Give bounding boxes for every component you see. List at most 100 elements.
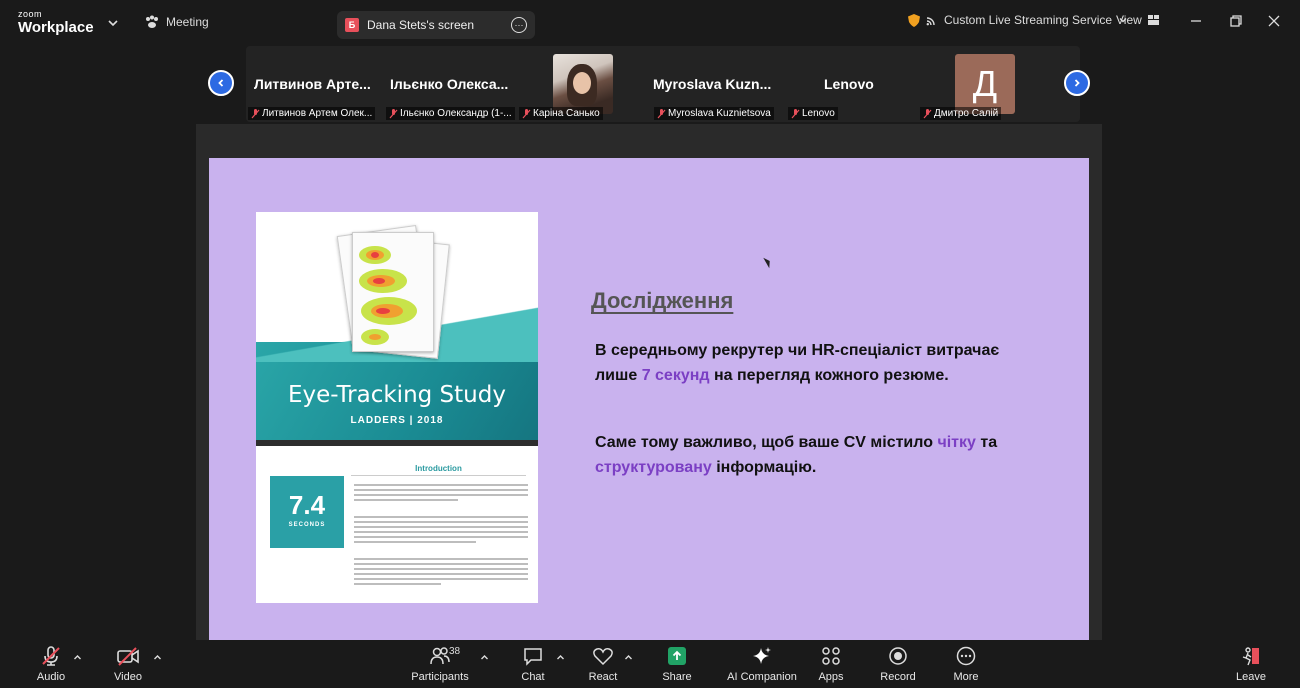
mic-off-icon bbox=[657, 108, 666, 118]
leave-button[interactable]: Leave bbox=[1216, 644, 1286, 688]
accent-text: чітку bbox=[937, 434, 976, 451]
chevron-down-icon[interactable] bbox=[106, 16, 120, 30]
view-label: View bbox=[1116, 13, 1142, 27]
meeting-label: Meeting bbox=[166, 15, 209, 29]
sparkle-icon bbox=[753, 647, 771, 664]
participant-name: Литвинов Арте... bbox=[254, 76, 371, 92]
mic-muted-icon bbox=[42, 646, 60, 666]
chat-button[interactable]: Chat bbox=[498, 644, 568, 688]
participant-name: Ільєнко Олекса... bbox=[390, 76, 509, 92]
shared-screen-indicator[interactable]: Б Dana Stets's screen ··· bbox=[337, 11, 535, 39]
title-bar: zoom Workplace Meeting Б Dana Stets's sc… bbox=[0, 0, 1300, 44]
participant-tile[interactable]: Lenovo Lenovo bbox=[786, 46, 906, 122]
logo-big-text: Workplace bbox=[18, 19, 94, 36]
restore-icon[interactable] bbox=[1228, 13, 1244, 29]
chevron-up-icon[interactable] bbox=[73, 653, 82, 662]
cover-dark-band bbox=[256, 440, 538, 446]
mic-off-icon bbox=[251, 108, 260, 118]
grid-icon bbox=[1147, 15, 1159, 25]
participant-strip: Литвинов Арте... Литвинов Артем Олек... … bbox=[246, 46, 1080, 122]
slide-paragraph-1: В середньому рекрутер чи HR-спеціаліст в… bbox=[595, 342, 1000, 384]
leave-label: Leave bbox=[1236, 671, 1266, 683]
video-button[interactable]: Video bbox=[93, 644, 163, 688]
participant-tile[interactable]: Ільєнко Олекса... Ільєнко Олександр (1-.… bbox=[386, 46, 521, 122]
study-cover-image: Eye-Tracking Study LADDERS | 2018 Introd… bbox=[256, 212, 538, 603]
chevron-up-icon[interactable] bbox=[556, 653, 565, 662]
heatmap-icon bbox=[359, 246, 417, 345]
shield-icon bbox=[908, 13, 920, 27]
react-button[interactable]: React bbox=[568, 644, 638, 688]
participants-count: 38 bbox=[449, 646, 461, 657]
mic-off-icon bbox=[389, 108, 398, 118]
slide-heading: Дослідження bbox=[591, 288, 734, 313]
zoom-app-window: zoom Workplace Meeting Б Dana Stets's sc… bbox=[0, 0, 1300, 688]
study-subtitle: LADDERS | 2018 bbox=[350, 415, 444, 426]
participant-label: Lenovo bbox=[788, 107, 838, 120]
live-stream-icon bbox=[926, 17, 935, 26]
meeting-toolbar: Audio Video 38 Participants Chat React S… bbox=[0, 640, 1300, 688]
participant-name: Lenovo bbox=[824, 76, 874, 92]
participant-tile[interactable]: Myroslava Kuzn... Myroslava Kuznietsova bbox=[646, 46, 786, 122]
slide-paragraph-2: Саме тому важливо, щоб ваше CV містило ч… bbox=[595, 434, 998, 476]
zoom-logo: zoom Workplace bbox=[18, 10, 94, 36]
next-page-button[interactable] bbox=[1064, 70, 1090, 96]
chat-label: Chat bbox=[521, 671, 545, 683]
record-label: Record bbox=[880, 671, 916, 683]
apps-label: Apps bbox=[818, 671, 844, 683]
apps-button[interactable]: Apps bbox=[796, 644, 866, 688]
previous-page-button[interactable] bbox=[208, 70, 234, 96]
participant-label: Myroslava Kuznietsova bbox=[654, 107, 774, 120]
participants-button[interactable]: 38 Participants bbox=[405, 644, 475, 688]
stat-box: 7.4 SECONDS bbox=[270, 476, 344, 548]
stat-unit: SECONDS bbox=[288, 522, 326, 528]
more-button[interactable]: More bbox=[931, 644, 1001, 688]
heatmap-resume-illustration bbox=[334, 220, 454, 370]
participant-label: Дмитро Салій bbox=[920, 107, 1002, 120]
participant-label: Ільєнко Олександр (1-... bbox=[386, 107, 515, 120]
presentation-slide: Eye-Tracking Study LADDERS | 2018 Introd… bbox=[209, 158, 1089, 640]
stat-value: 7.4 bbox=[288, 490, 326, 520]
meeting-menu[interactable]: Meeting bbox=[144, 15, 209, 29]
video-label: Video bbox=[114, 671, 142, 683]
heart-icon bbox=[593, 648, 613, 666]
participant-tile[interactable]: Дмитро Салій bbox=[920, 46, 1030, 122]
more-options-icon[interactable]: ··· bbox=[511, 17, 527, 33]
record-button[interactable]: Record bbox=[863, 644, 933, 688]
chevron-left-icon bbox=[218, 79, 224, 87]
minimize-icon[interactable] bbox=[1188, 13, 1204, 29]
mic-off-icon bbox=[923, 108, 932, 118]
more-label: More bbox=[953, 671, 979, 683]
intro-paragraph bbox=[354, 516, 528, 546]
participant-tile[interactable]: Литвинов Арте... Литвинов Артем Олек... bbox=[246, 46, 386, 122]
chevron-right-icon bbox=[1074, 79, 1080, 87]
apps-icon bbox=[822, 647, 840, 665]
participant-name: Myroslava Kuzn... bbox=[653, 76, 772, 92]
participant-label: Литвинов Артем Олек... bbox=[248, 107, 376, 120]
participants-label: Participants bbox=[411, 671, 469, 683]
view-menu[interactable]: View bbox=[1116, 13, 1160, 27]
participant-tile[interactable]: Каріна Санько bbox=[519, 46, 619, 122]
audio-button[interactable]: Audio bbox=[16, 644, 86, 688]
paw-icon bbox=[146, 15, 158, 28]
streaming-menu[interactable]: Custom Live Streaming Service bbox=[908, 13, 1128, 27]
chat-icon bbox=[524, 648, 542, 666]
intro-heading: Introduction bbox=[351, 464, 526, 476]
record-icon bbox=[889, 647, 907, 665]
mic-off-icon bbox=[791, 108, 800, 118]
close-icon[interactable] bbox=[1266, 13, 1282, 29]
people-icon bbox=[430, 647, 450, 665]
react-label: React bbox=[588, 671, 618, 683]
chevron-up-icon[interactable] bbox=[480, 653, 489, 662]
study-title: Eye-Tracking Study bbox=[288, 382, 506, 408]
accent-text: 7 секунд bbox=[641, 367, 710, 384]
sharer-badge: Б bbox=[345, 18, 359, 32]
camera-off-icon bbox=[117, 647, 139, 666]
chevron-up-icon[interactable] bbox=[153, 653, 162, 662]
streaming-label: Custom Live Streaming Service bbox=[944, 13, 1113, 27]
chevron-up-icon[interactable] bbox=[624, 653, 633, 662]
ai-companion-button[interactable]: AI Companion bbox=[722, 644, 802, 688]
share-button[interactable]: Share bbox=[642, 644, 712, 688]
ai-companion-label: AI Companion bbox=[727, 671, 797, 683]
intro-paragraph bbox=[354, 484, 528, 504]
more-icon bbox=[956, 646, 976, 666]
